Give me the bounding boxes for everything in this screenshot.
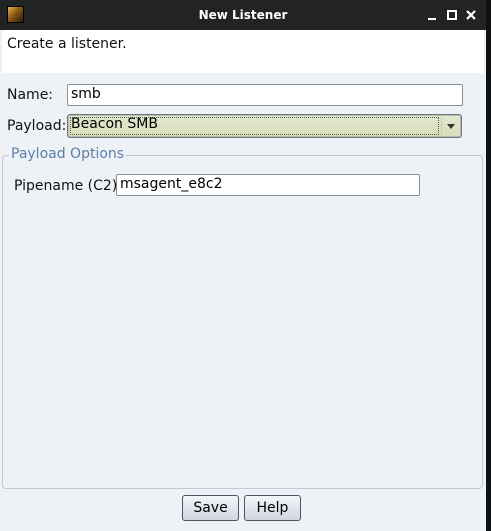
title-bar[interactable]: New Listener xyxy=(0,0,486,30)
pipename-field[interactable]: msagent_e8c2 xyxy=(116,174,420,196)
payload-options-title: Payload Options xyxy=(9,146,127,162)
payload-options-group xyxy=(2,155,483,489)
window-title: New Listener xyxy=(198,8,288,22)
description-text: Create a listener. xyxy=(7,36,127,52)
payload-selected-value: Beacon SMB xyxy=(71,116,158,132)
payload-label: Payload: xyxy=(7,118,67,134)
pipename-label: Pipename (C2): xyxy=(14,178,123,194)
close-icon[interactable] xyxy=(463,7,479,23)
chevron-down-icon[interactable] xyxy=(441,117,459,135)
new-listener-dialog: New Listener Create a listener. Name: sm… xyxy=(0,0,486,531)
maximize-icon[interactable] xyxy=(444,7,460,23)
help-button[interactable]: Help xyxy=(244,495,301,521)
description-panel: Create a listener. xyxy=(2,30,484,73)
save-button[interactable]: Save xyxy=(182,495,239,521)
payload-select[interactable]: Beacon SMB xyxy=(67,114,462,138)
name-label: Name: xyxy=(7,87,54,103)
minimize-icon[interactable] xyxy=(424,7,440,23)
desktop-background xyxy=(486,0,491,531)
name-field[interactable]: smb xyxy=(67,84,463,106)
